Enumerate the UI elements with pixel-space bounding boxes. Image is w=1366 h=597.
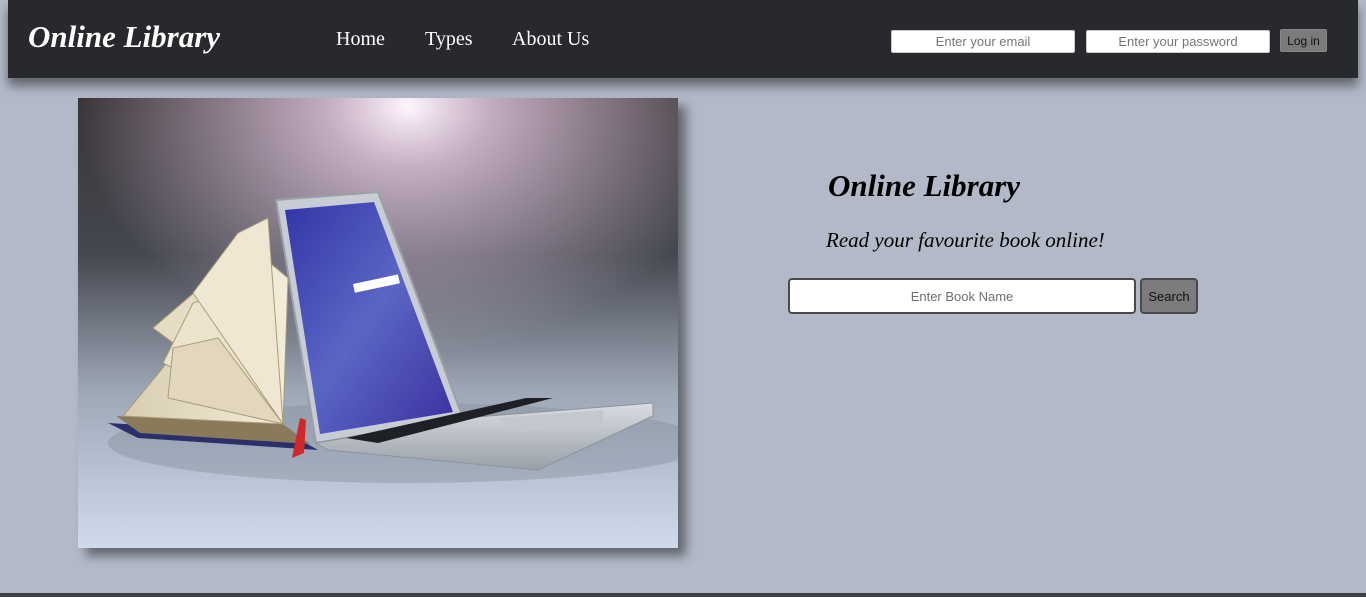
nav-link-types[interactable]: Types: [425, 27, 472, 51]
hero-title: Online Library: [828, 168, 1021, 203]
search-button[interactable]: Search: [1140, 278, 1198, 314]
hero-subtitle: Read your favourite book online!: [826, 228, 1105, 252]
footer-edge: [0, 593, 1366, 597]
password-field[interactable]: [1086, 30, 1270, 53]
page: Online Library Home Types About Us Log i…: [0, 0, 1366, 597]
hero-image: [78, 98, 678, 548]
nav-link-about-us[interactable]: About Us: [512, 27, 589, 51]
login-button[interactable]: Log in: [1280, 29, 1327, 52]
navbar: Online Library Home Types About Us Log i…: [8, 0, 1358, 78]
book-search-input[interactable]: [788, 278, 1136, 314]
nav-link-home[interactable]: Home: [336, 27, 385, 51]
email-field[interactable]: [891, 30, 1075, 53]
site-brand[interactable]: Online Library: [28, 19, 220, 55]
